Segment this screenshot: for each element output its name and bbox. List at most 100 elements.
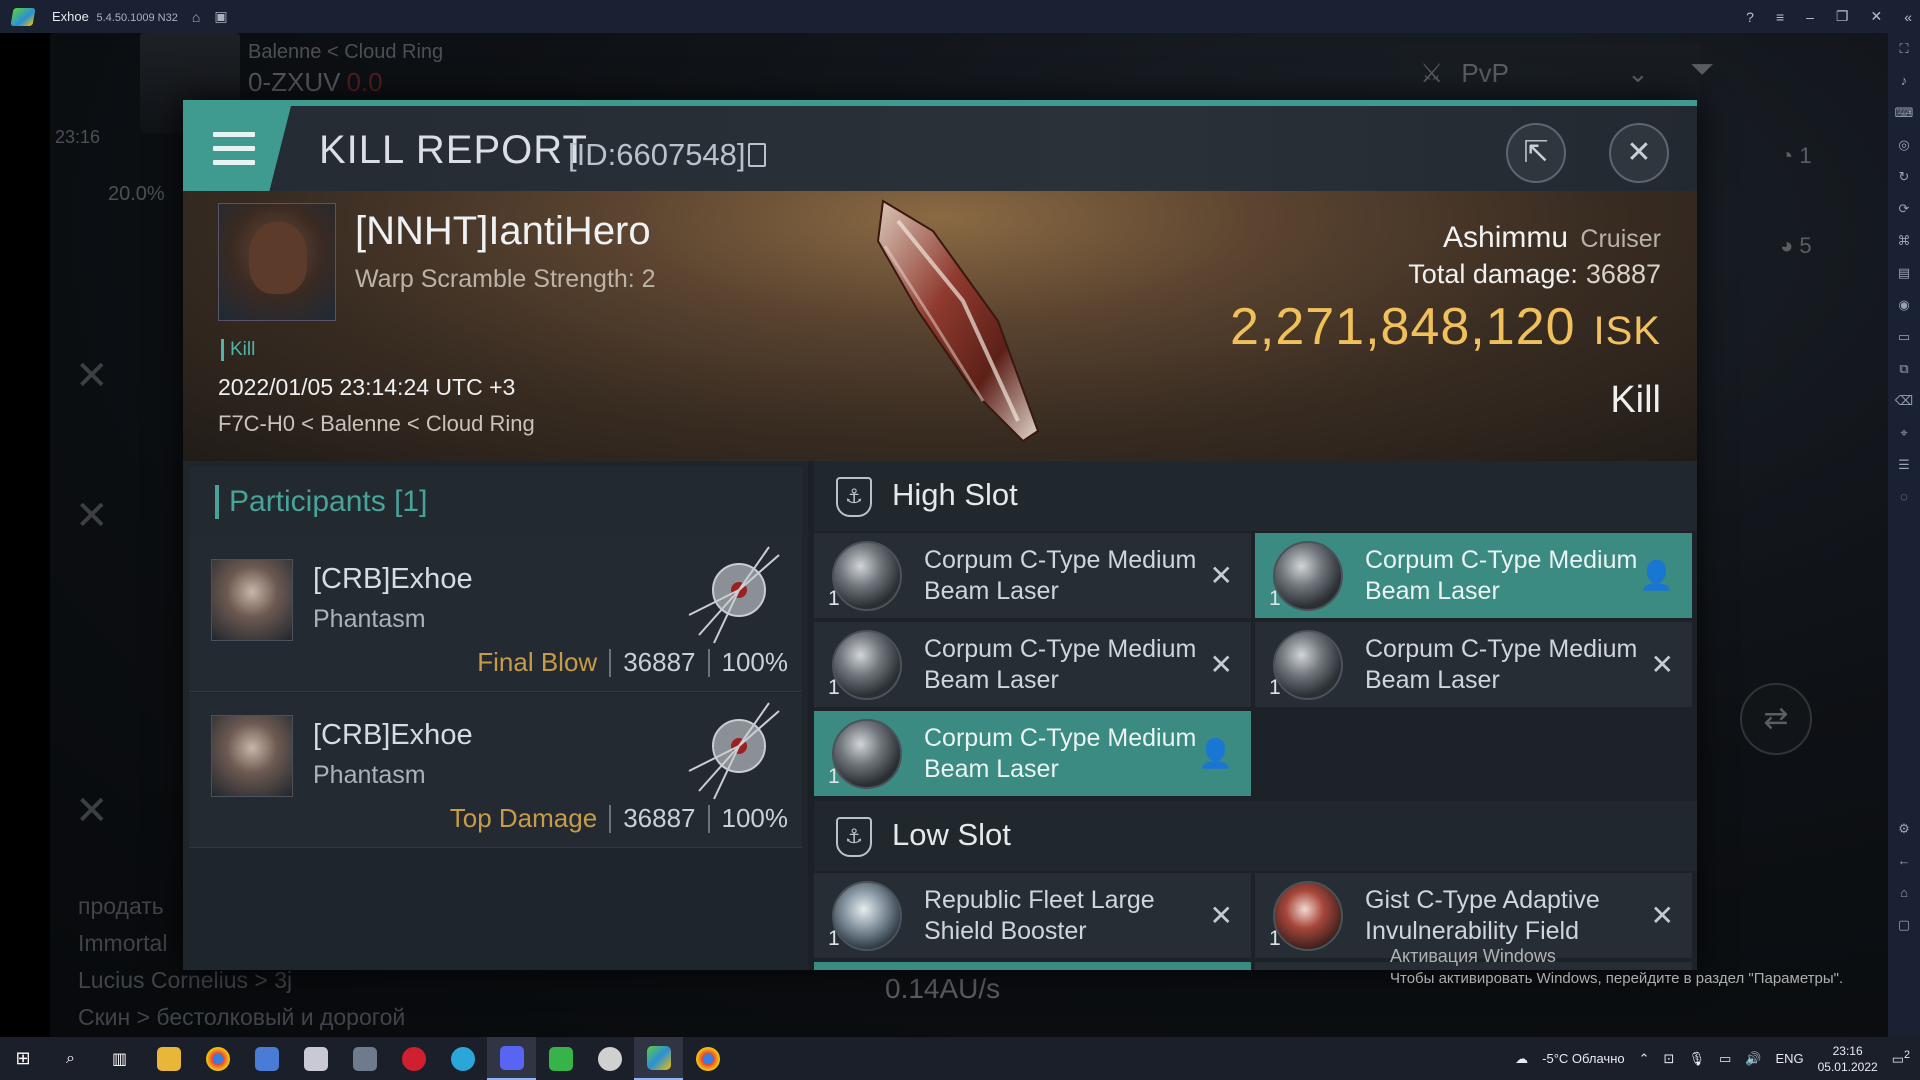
laser-icon <box>832 719 902 789</box>
module-item[interactable]: 1 Republic Fleet Large Shield Booster ✕ <box>814 873 1251 958</box>
calculator-icon[interactable] <box>340 1037 389 1080</box>
destroyed-icon: ✕ <box>1650 649 1674 680</box>
victim-banner: [NNHT]IantiHero Warp Scramble Strength: … <box>183 191 1697 461</box>
keyboard-icon[interactable]: ⌨ <box>1888 97 1920 129</box>
clock[interactable]: 23:16 05.01.2022 <box>1818 1043 1878 1075</box>
share-button[interactable]: ⇱ <box>1506 123 1566 183</box>
ship-name[interactable]: Ashimmu Cruiser <box>1443 221 1661 255</box>
sync-icon[interactable]: ⟳ <box>1888 193 1920 225</box>
high-slot-label: High Slot <box>892 477 1018 512</box>
app-icon[interactable] <box>242 1037 291 1080</box>
victim-ship-image[interactable] <box>823 191 1083 461</box>
screenshot-icon[interactable]: ◉ <box>1888 289 1920 321</box>
module-item[interactable]: 1 Corpum C-Type Medium Beam Laser 👤 <box>1255 533 1692 618</box>
victim-portrait[interactable] <box>218 203 336 321</box>
android-home-icon[interactable]: ⌂ <box>1888 877 1920 909</box>
app-icon[interactable] <box>536 1037 585 1080</box>
back-icon[interactable]: ← <box>1888 845 1920 877</box>
bluestacks-icon[interactable] <box>634 1037 683 1080</box>
participant-name: [CRB]Exhoe <box>313 719 473 751</box>
notifications-icon[interactable]: ▭2 <box>1892 1049 1910 1067</box>
module-item[interactable]: 1 Corpum C-Type Medium Beam Laser ✕ <box>814 622 1251 707</box>
app-icon[interactable] <box>291 1037 340 1080</box>
microphone-icon[interactable]: 🎙 <box>1688 1051 1705 1067</box>
volume-icon[interactable]: ♪ <box>1888 65 1920 97</box>
fullscreen-icon[interactable]: ⛶ <box>1888 33 1920 65</box>
eco-icon[interactable]: ◌ <box>1888 481 1920 513</box>
module-item[interactable]: 1 Corpum C-Type Medium Beam Laser ✕ <box>814 533 1251 618</box>
app-icon[interactable] <box>389 1037 438 1080</box>
laser-icon <box>832 541 902 611</box>
network-icon[interactable]: ⊡ <box>1664 1051 1675 1067</box>
explorer-icon[interactable] <box>144 1037 193 1080</box>
settings-icon[interactable]: ⚙ <box>1888 813 1920 845</box>
emulator-titlebar: Exhoe 5.4.50.1009 N32 ⌂ ▣ ? ≡ – ❐ ✕ « <box>0 0 1920 33</box>
windows-activation-title: Активация Windows <box>1390 946 1556 966</box>
rotate-icon[interactable]: ↻ <box>1888 161 1920 193</box>
copy-id-icon[interactable] <box>748 143 766 167</box>
erase-icon[interactable]: ⌫ <box>1888 385 1920 417</box>
module-name: Gist C-Type Adaptive Invulnerability Fie… <box>1365 886 1600 945</box>
search-icon[interactable]: ⌕ <box>46 1037 95 1080</box>
chevron-up-icon[interactable]: ⌃ <box>1639 1051 1650 1067</box>
collapse-sidebar-icon[interactable]: « <box>1904 9 1912 25</box>
discord-icon[interactable] <box>487 1037 536 1080</box>
display-icon[interactable]: ▭ <box>1719 1051 1731 1067</box>
kill-report-header: KILL REPORT [ID:6607548] ⇱ ✕ <box>183 106 1697 191</box>
chrome-icon[interactable] <box>193 1037 242 1080</box>
copy-icon[interactable]: ⧉ <box>1888 353 1920 385</box>
restore-icon[interactable]: ❐ <box>1836 8 1849 25</box>
participant-role: Final Blow <box>477 647 598 677</box>
destroyed-icon: ✕ <box>1209 900 1233 931</box>
module-item[interactable]: 1 Corpum C-Type Medium Beam Laser 👤 <box>814 711 1251 796</box>
close-button[interactable]: ✕ <box>1609 123 1669 183</box>
task-view-icon[interactable]: ▥ <box>95 1037 144 1080</box>
emulator-title-text: Exhoe <box>52 9 89 24</box>
menu-icon[interactable]: ≡ <box>1776 9 1784 25</box>
app-icon[interactable] <box>585 1037 634 1080</box>
layers-icon[interactable]: ☰ <box>1888 449 1920 481</box>
emulator-sidebar: ⛶ ♪ ⌨ ◎ ↻ ⟳ ⌘ ▤ ◉ ▭ ⧉ ⌫ ⌖ ☰ ◌ ⚙ ← ⌂ ▢ <box>1888 33 1920 1037</box>
location-icon[interactable]: ⌖ <box>1888 417 1920 449</box>
menu-icon <box>213 160 255 165</box>
isk-amount: 2,271,848,120 <box>1229 298 1576 356</box>
close-icon[interactable]: ✕ <box>1870 8 1882 25</box>
macro-icon[interactable]: ⌘ <box>1888 225 1920 257</box>
multi-instance-icon[interactable]: ▣ <box>214 8 227 25</box>
module-item-partial[interactable] <box>814 962 1251 970</box>
windows-start-icon[interactable]: ⊞ <box>0 1048 46 1069</box>
fitting-panel: ⚓ High Slot 1 Corpum C-Type Medium Beam … <box>814 461 1697 970</box>
chrome-icon[interactable] <box>683 1037 732 1080</box>
gamepad-icon[interactable]: ◎ <box>1888 129 1920 161</box>
module-name: Corpum C-Type Medium Beam Laser <box>924 635 1197 694</box>
laser-icon <box>1273 630 1343 700</box>
recents-icon[interactable]: ▢ <box>1888 909 1920 941</box>
weather-icon[interactable]: ☁ <box>1515 1051 1528 1067</box>
high-slot-header: ⚓ High Slot <box>814 461 1697 531</box>
clock-time: 23:16 <box>1832 1043 1863 1058</box>
module-item[interactable]: 1 Corpum C-Type Medium Beam Laser ✕ <box>1255 622 1692 707</box>
apk-icon[interactable]: ▤ <box>1888 257 1920 289</box>
dropped-person-icon: 👤 <box>1198 738 1233 769</box>
windows-activation-text: Чтобы активировать Windows, перейдите в … <box>1390 970 1844 987</box>
volume-icon[interactable]: 🔊 <box>1745 1051 1761 1067</box>
kill-tag: Kill <box>221 339 255 361</box>
victim-name[interactable]: [NNHT]IantiHero <box>355 209 651 254</box>
participant-row[interactable]: [CRB]Exhoe Phantasm Final Blow 36887 100… <box>189 537 802 692</box>
participants-header: Participants [1] <box>189 467 802 537</box>
participants-header-label: Participants [1] <box>215 485 427 519</box>
module-qty: 1 <box>1269 676 1281 699</box>
weather-text[interactable]: -5°C Облачно <box>1542 1051 1624 1066</box>
participant-portrait <box>211 715 293 797</box>
menu-button[interactable] <box>183 106 291 191</box>
language-indicator[interactable]: ENG <box>1775 1051 1803 1066</box>
report-id: [ID:6607548] <box>568 137 746 172</box>
minimize-icon[interactable]: – <box>1806 9 1814 25</box>
folder-icon[interactable]: ▭ <box>1888 321 1920 353</box>
home-icon[interactable]: ⌂ <box>192 9 200 25</box>
low-slot-label: Low Slot <box>892 817 1011 852</box>
participant-row[interactable]: [CRB]Exhoe Phantasm Top Damage 36887 100… <box>189 693 802 848</box>
edge-icon[interactable] <box>438 1037 487 1080</box>
help-icon[interactable]: ? <box>1746 9 1754 25</box>
kill-type: Kill <box>1610 379 1661 421</box>
